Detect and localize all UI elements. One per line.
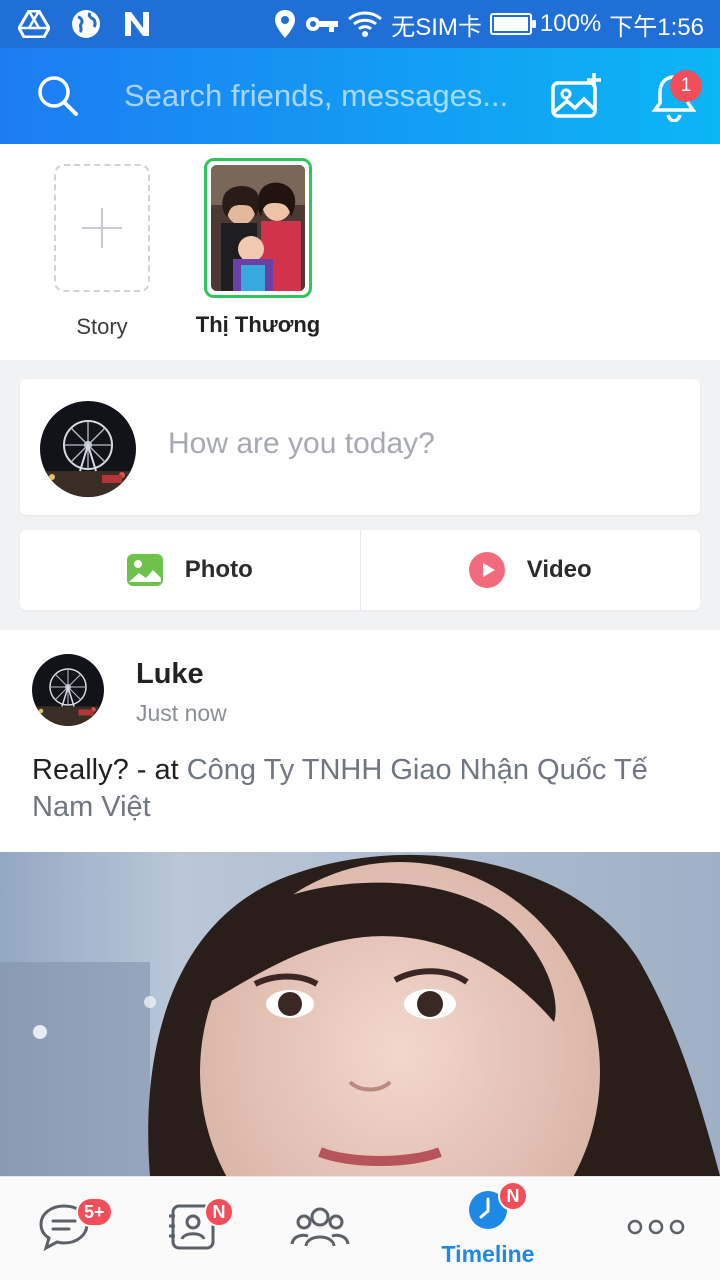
- bottom-nav: 5+ N Timeline N: [0, 1176, 720, 1280]
- plus-icon: [82, 208, 122, 248]
- avatar[interactable]: [32, 654, 104, 726]
- status-bar: 无SIM卡 100% 下午1:56: [0, 0, 720, 48]
- group-icon: [290, 1204, 350, 1255]
- timeline-badge: N: [498, 1181, 528, 1211]
- stories-bar: Story Thị Thương: [0, 144, 720, 360]
- story-item[interactable]: [204, 158, 312, 298]
- story-friend-name: Thị Thương: [195, 312, 321, 337]
- photo-icon: [126, 554, 163, 586]
- nav-more[interactable]: [616, 1177, 696, 1280]
- nav-timeline-label: Timeline: [441, 1241, 535, 1267]
- top-header: [0, 48, 720, 144]
- clock-text: 下午1:56: [609, 13, 704, 41]
- video-play-icon: [468, 552, 505, 588]
- post-text-prefix: Really? - at: [32, 754, 187, 786]
- nav-contacts[interactable]: [152, 1177, 232, 1280]
- globe-icon: [70, 8, 102, 40]
- add-story-button[interactable]: [54, 164, 150, 292]
- avatar: [40, 401, 136, 497]
- composer-actions: Photo Video: [20, 530, 700, 610]
- photo-label: Photo: [184, 556, 253, 583]
- story-thumbnail: [211, 165, 305, 291]
- add-story-label: Story: [76, 314, 128, 339]
- video-button[interactable]: Video: [361, 530, 701, 610]
- nav-timeline[interactable]: Timeline: [428, 1177, 548, 1280]
- post-author[interactable]: Luke: [136, 658, 204, 691]
- more-icon: [627, 1218, 685, 1241]
- battery-icon: [489, 13, 536, 35]
- post-text: Really? - at Công Ty TNHH Giao Nhận Quốc…: [32, 752, 692, 826]
- drive-icon: [18, 10, 50, 38]
- feed-post: Luke Just now Really? - at Công Ty TNHH …: [0, 630, 720, 1176]
- location-icon: [273, 9, 297, 39]
- post-composer[interactable]: How are you today?: [20, 379, 700, 515]
- video-label: Video: [526, 556, 592, 583]
- n-app-icon: [122, 10, 152, 38]
- search-input[interactable]: [124, 74, 524, 118]
- notification-badge: 1: [670, 70, 702, 102]
- search-icon[interactable]: [36, 74, 80, 118]
- post-photo[interactable]: [0, 852, 720, 1176]
- messages-badge: 5+: [76, 1197, 113, 1227]
- composer-prompt[interactable]: How are you today?: [168, 427, 435, 461]
- battery-percent: 100%: [539, 10, 602, 37]
- photo-button[interactable]: Photo: [20, 530, 361, 610]
- vpn-key-icon: [305, 13, 339, 35]
- nav-messages[interactable]: [24, 1177, 104, 1280]
- nav-groups[interactable]: [280, 1177, 360, 1280]
- carrier-text: 无SIM卡: [391, 13, 482, 41]
- post-timestamp: Just now: [136, 700, 227, 726]
- contacts-badge: N: [204, 1197, 234, 1227]
- add-photo-icon[interactable]: [550, 72, 604, 120]
- wifi-icon: [347, 9, 383, 39]
- app-screen: 无SIM卡 100% 下午1:56 1 Story: [0, 0, 720, 1280]
